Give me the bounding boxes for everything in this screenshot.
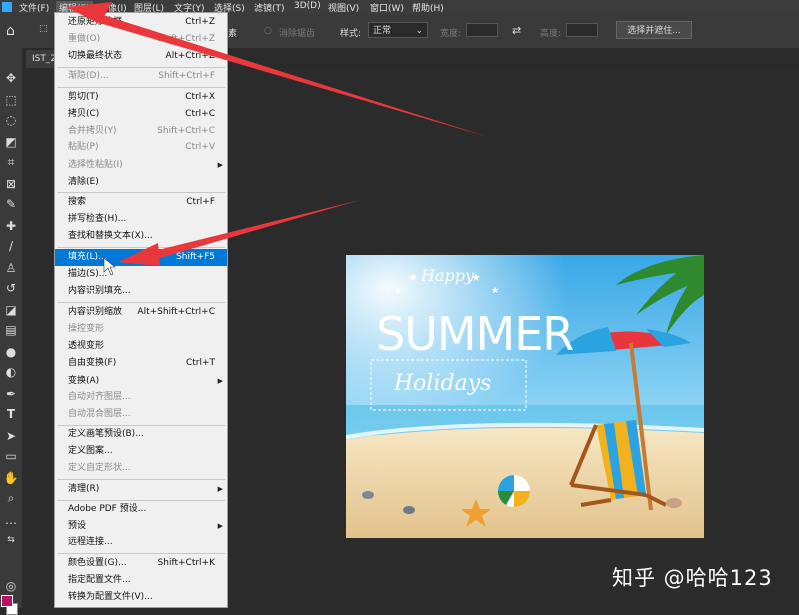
menu-item-define-pattern[interactable]: 定义图案... bbox=[55, 443, 227, 460]
menu-separator bbox=[57, 479, 225, 480]
svg-text:★: ★ bbox=[394, 286, 402, 296]
menu-file[interactable]: 文件(F) bbox=[19, 1, 49, 14]
menu-item-undo[interactable]: 还原矩形选框 Ctrl+Z bbox=[55, 14, 227, 31]
height-field[interactable] bbox=[566, 23, 598, 37]
photoshop-logo bbox=[2, 2, 12, 12]
menu-item-check-spelling[interactable]: 拼写检查(H)... bbox=[55, 211, 227, 228]
move-tool-icon[interactable]: ✥ bbox=[2, 70, 20, 86]
menu-item-convert-to-profile[interactable]: 转换为配置文件(V)... bbox=[55, 589, 227, 606]
width-label: 宽度: bbox=[440, 29, 462, 39]
menu-item-search[interactable]: 搜索 Ctrl+F bbox=[55, 194, 227, 211]
anti-alias-checkbox[interactable]: ○ bbox=[264, 26, 272, 36]
brush-tool-icon[interactable]: / bbox=[2, 238, 20, 254]
type-tool-icon[interactable]: T bbox=[2, 406, 20, 422]
menu-separator bbox=[57, 247, 225, 248]
submenu-arrow-icon: ▶ bbox=[217, 161, 223, 169]
eyedropper-tool-icon[interactable]: ✎ bbox=[2, 196, 20, 212]
history-brush-tool-icon[interactable]: ↺ bbox=[2, 280, 20, 296]
select-and-mask-button[interactable]: 选择并遮住... bbox=[616, 21, 692, 39]
menu-separator bbox=[57, 302, 225, 303]
menu-filter[interactable]: 滤镜(T) bbox=[254, 1, 285, 14]
menu-item-adobe-pdf-presets[interactable]: Adobe PDF 预设... bbox=[55, 501, 227, 518]
style-label: 样式: bbox=[340, 29, 362, 39]
menu-item-presets[interactable]: 预设 ▶ bbox=[55, 518, 227, 535]
watermark: 知乎 @哈哈123 bbox=[612, 566, 773, 590]
quick-mask-icon[interactable]: ◎ bbox=[2, 578, 20, 594]
zoom-tool-icon[interactable]: ⌕ bbox=[2, 490, 20, 506]
menu-item-define-brush[interactable]: 定义画笔预设(B)... bbox=[55, 426, 227, 443]
width-field[interactable] bbox=[466, 23, 498, 37]
menu-view[interactable]: 视图(V) bbox=[328, 1, 359, 14]
menu-help[interactable]: 帮助(H) bbox=[412, 1, 444, 14]
menu-item-copy-merged[interactable]: 合并拷贝(Y) Shift+Ctrl+C bbox=[55, 123, 227, 140]
menu-item-fill[interactable]: 填充(L)... Shift+F5 bbox=[55, 249, 227, 266]
style-select[interactable]: 正常 ⌄ bbox=[368, 22, 428, 38]
healing-brush-tool-icon[interactable]: ✚ bbox=[2, 218, 20, 234]
menu-item-find-replace[interactable]: 查找和替换文本(X)... bbox=[55, 228, 227, 245]
menu-item-define-custom-shape[interactable]: 定义自定形状... bbox=[55, 460, 227, 477]
menu-separator bbox=[57, 192, 225, 193]
canvas-image: ★ ★ ★ ★ Happy SUMMER Holidays bbox=[346, 255, 704, 538]
foreground-color-swatch[interactable] bbox=[1, 595, 13, 607]
rectangle-tool-icon[interactable]: ▭ bbox=[2, 448, 20, 464]
menu-item-free-transform[interactable]: 自由变换(F) Ctrl+T bbox=[55, 355, 227, 372]
canvas-holidays-text: Holidays bbox=[393, 371, 491, 396]
menu-item-stroke[interactable]: 描边(S)... bbox=[55, 266, 227, 283]
lasso-tool-icon[interactable]: ◌ bbox=[2, 112, 20, 128]
menu-item-color-settings[interactable]: 颜色设置(G)... Shift+Ctrl+K bbox=[55, 555, 227, 572]
quick-select-tool-icon[interactable]: ◩ bbox=[2, 134, 20, 150]
menu-item-auto-blend-layers[interactable]: 自动混合图层... bbox=[55, 406, 227, 423]
menu-item-auto-align-layers[interactable]: 自动对齐图层... bbox=[55, 389, 227, 406]
submenu-arrow-icon: ▶ bbox=[217, 377, 223, 385]
menu-separator bbox=[57, 87, 225, 88]
menu-item-content-aware-fill[interactable]: 内容识别填充... bbox=[55, 283, 227, 300]
default-colors-icon[interactable]: ⇆ bbox=[2, 532, 20, 548]
svg-text:★: ★ bbox=[491, 286, 499, 296]
menu-separator bbox=[57, 553, 225, 554]
menu-item-fade[interactable]: 渐隐(D)... Shift+Ctrl+F bbox=[55, 68, 227, 85]
blur-tool-icon[interactable]: ● bbox=[2, 344, 20, 360]
canvas-happy-text: Happy bbox=[420, 266, 475, 285]
tools-panel: ✥ ⬚ ◌ ◩ ⌗ ⊠ ✎ ✚ / ♙ ↺ ◪ ▤ ● ◐ ✒ T ➤ ▭ ✋ … bbox=[0, 48, 22, 615]
crop-tool-icon[interactable]: ⌗ bbox=[2, 154, 20, 170]
more-tools-icon[interactable]: … bbox=[2, 512, 20, 528]
marquee-tool-icon[interactable]: ⬚ bbox=[39, 24, 48, 34]
dodge-tool-icon[interactable]: ◐ bbox=[2, 364, 20, 380]
svg-text:★: ★ bbox=[408, 271, 418, 284]
marquee-tool-icon[interactable]: ⬚ bbox=[2, 92, 20, 108]
anti-alias-label: 消除锯齿 bbox=[279, 29, 316, 39]
menu-item-copy[interactable]: 拷贝(C) Ctrl+C bbox=[55, 106, 227, 123]
edit-menu: 还原矩形选框 Ctrl+Z 重做(O) Shift+Ctrl+Z 切换最终状态 Alt… bbox=[54, 12, 228, 608]
menu-item-clear[interactable]: 清除(E) bbox=[55, 174, 227, 191]
submenu-arrow-icon: ▶ bbox=[217, 522, 223, 530]
menu-3d[interactable]: 3D(D) bbox=[294, 1, 321, 11]
menu-item-cut[interactable]: 剪切(T) Ctrl+X bbox=[55, 89, 227, 106]
swap-icon[interactable]: ⇄ bbox=[512, 24, 521, 37]
menu-item-assign-profile[interactable]: 指定配置文件... bbox=[55, 572, 227, 589]
home-icon[interactable]: ⌂ bbox=[6, 23, 15, 39]
menu-item-purge[interactable]: 清理(R) ▶ bbox=[55, 481, 227, 498]
menu-item-remote-connections[interactable]: 远程连接... bbox=[55, 534, 227, 551]
frame-tool-icon[interactable]: ⊠ bbox=[2, 176, 20, 192]
pen-tool-icon[interactable]: ✒ bbox=[2, 386, 20, 402]
hand-tool-icon[interactable]: ✋ bbox=[2, 470, 20, 486]
eraser-tool-icon[interactable]: ◪ bbox=[2, 302, 20, 318]
feather-label: 素 bbox=[228, 29, 238, 39]
menu-item-redo[interactable]: 重做(O) Shift+Ctrl+Z bbox=[55, 31, 227, 48]
menu-item-toggle-last-state[interactable]: 切换最终状态 Alt+Ctrl+Z bbox=[55, 48, 227, 65]
menu-item-content-aware-scale[interactable]: 内容识别缩放 Alt+Shift+Ctrl+C bbox=[55, 304, 227, 321]
gradient-tool-icon[interactable]: ▤ bbox=[2, 322, 20, 338]
canvas-summer-text: SUMMER bbox=[376, 307, 573, 361]
path-select-tool-icon[interactable]: ➤ bbox=[2, 428, 20, 444]
menu-item-paste-special[interactable]: 选择性粘贴(I) ▶ bbox=[55, 157, 227, 174]
menu-window[interactable]: 窗口(W) bbox=[370, 1, 404, 14]
menu-item-puppet-warp[interactable]: 操控变形 bbox=[55, 321, 227, 338]
menu-item-paste[interactable]: 粘贴(P) Ctrl+V bbox=[55, 139, 227, 156]
clone-stamp-tool-icon[interactable]: ♙ bbox=[2, 260, 20, 276]
menu-item-transform[interactable]: 变换(A) ▶ bbox=[55, 373, 227, 390]
menu-item-perspective-warp[interactable]: 透视变形 bbox=[55, 338, 227, 355]
height-label: 高度: bbox=[540, 29, 562, 39]
submenu-arrow-icon: ▶ bbox=[217, 485, 223, 493]
